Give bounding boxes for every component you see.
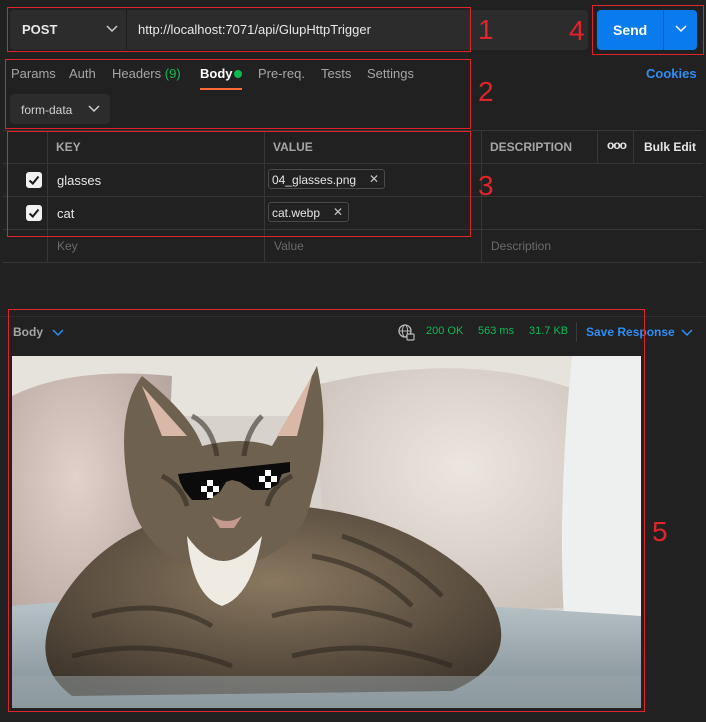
annotation-label-3: 3 (478, 170, 494, 201)
annotation-box-2 (5, 59, 471, 129)
key-placeholder[interactable]: Key (57, 239, 78, 253)
annotation-box-5 (8, 309, 645, 712)
bulk-edit-button[interactable]: Bulk Edit (644, 140, 696, 154)
annotation-label-2: 2 (478, 76, 494, 107)
cookies-link[interactable]: Cookies (646, 66, 697, 81)
table-col-divider (633, 130, 634, 163)
value-placeholder[interactable]: Value (274, 239, 304, 253)
column-header-description: DESCRIPTION (490, 140, 573, 154)
table-bottom-border (3, 262, 703, 263)
annotation-box-3 (7, 131, 471, 237)
more-options-icon[interactable]: ooo (607, 138, 627, 152)
table-col-divider (597, 130, 598, 163)
annotation-label-4: 4 (569, 15, 585, 46)
description-placeholder[interactable]: Description (491, 239, 551, 253)
annotation-label-5: 5 (652, 516, 668, 547)
annotation-box-4 (592, 5, 704, 55)
annotation-label-1: 1 (478, 14, 494, 45)
annotation-box-1 (7, 7, 471, 52)
chevron-down-icon[interactable] (681, 328, 693, 338)
